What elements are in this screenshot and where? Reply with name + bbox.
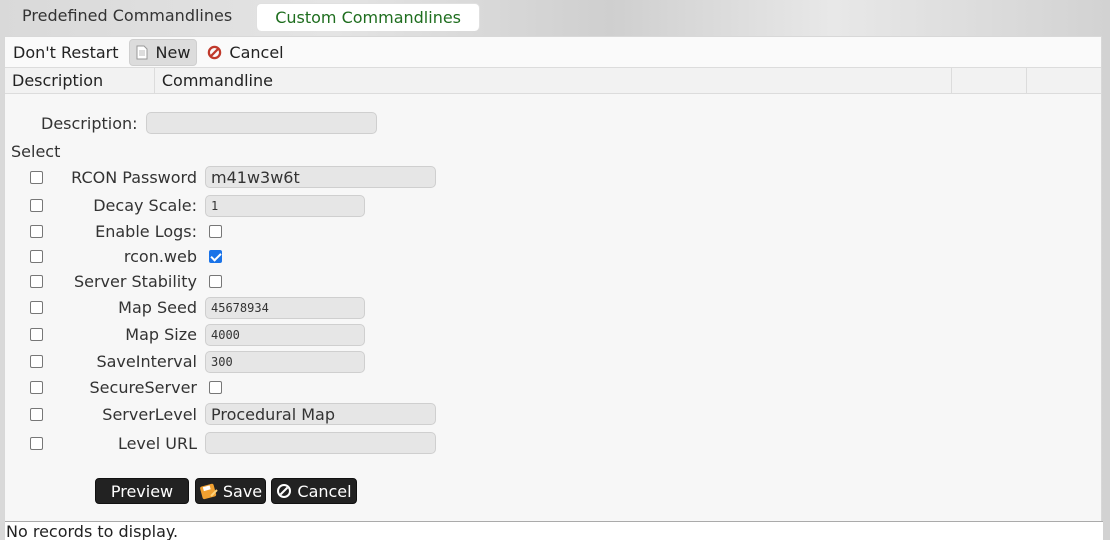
select-rcon-password-checkbox[interactable]: [30, 171, 43, 184]
rcon-password-input[interactable]: m41w3w6t: [205, 166, 436, 188]
tab-predefined-commandlines[interactable]: Predefined Commandlines: [4, 0, 250, 30]
map-seed-input[interactable]: 45678934: [205, 297, 365, 319]
select-server-stability-checkbox[interactable]: [30, 275, 43, 288]
secure-server-checkbox[interactable]: [209, 381, 222, 394]
level-url-label: Level URL: [117, 434, 197, 453]
select-server-level-checkbox[interactable]: [30, 408, 43, 421]
tab-custom-commandlines[interactable]: Custom Commandlines: [256, 3, 481, 31]
map-size-label: Map Size: [125, 325, 197, 344]
edit-form: Description: Select RCON Password m41w3w…: [5, 94, 1101, 519]
save-icon: [199, 483, 218, 500]
select-label: Select: [11, 142, 61, 161]
column-header-extra-1[interactable]: [952, 68, 1028, 93]
tab-bar: Predefined Commandlines Custom Commandli…: [4, 0, 486, 36]
preview-button[interactable]: Preview: [95, 478, 189, 504]
decay-scale-label: Decay Scale:: [93, 196, 197, 215]
save-button-label: Save: [222, 481, 263, 501]
description-input[interactable]: [146, 112, 377, 134]
document-icon: [136, 45, 148, 59]
toolbar-cancel-button[interactable]: Cancel: [201, 39, 289, 66]
status-message: No records to display.: [5, 521, 1103, 540]
save-interval-input[interactable]: 300: [205, 351, 365, 373]
new-button-label: New: [155, 42, 191, 62]
form-cancel-label: Cancel: [297, 481, 352, 501]
select-map-size-checkbox[interactable]: [30, 328, 43, 341]
custom-commandlines-panel: Don't Restart New Cancel Description Com…: [4, 36, 1103, 540]
rcon-password-label: RCON Password: [71, 168, 197, 187]
select-enable-logs-checkbox[interactable]: [30, 225, 43, 238]
save-button[interactable]: Save: [195, 478, 266, 504]
column-header-description[interactable]: Description: [5, 68, 155, 93]
cancel-icon: [277, 484, 292, 498]
dont-restart-button[interactable]: Don't Restart: [12, 39, 125, 66]
rcon-web-label: rcon.web: [123, 247, 197, 266]
cancel-icon: [208, 45, 222, 59]
column-header-commandline[interactable]: Commandline: [155, 68, 953, 93]
enable-logs-checkbox[interactable]: [209, 225, 222, 238]
map-size-input[interactable]: 4000: [205, 324, 365, 346]
select-map-seed-checkbox[interactable]: [30, 301, 43, 314]
select-secure-server-checkbox[interactable]: [30, 381, 43, 394]
description-label: Description:: [41, 114, 138, 133]
decay-scale-input[interactable]: 1: [205, 195, 365, 217]
toolbar-cancel-label: Cancel: [229, 42, 284, 62]
select-level-url-checkbox[interactable]: [30, 437, 43, 450]
server-stability-label: Server Stability: [73, 272, 197, 291]
select-decay-scale-checkbox[interactable]: [30, 199, 43, 212]
new-button[interactable]: New: [128, 38, 198, 66]
rcon-web-checkbox[interactable]: [209, 250, 222, 263]
enable-logs-label: Enable Logs:: [95, 222, 197, 241]
form-cancel-button[interactable]: Cancel: [271, 478, 357, 504]
server-level-label: ServerLevel: [102, 405, 197, 424]
server-stability-checkbox[interactable]: [209, 275, 222, 288]
select-rcon-web-checkbox[interactable]: [30, 250, 43, 263]
secure-server-label: SecureServer: [89, 378, 197, 397]
server-level-input[interactable]: Procedural Map: [205, 403, 436, 425]
save-interval-label: SaveInterval: [96, 352, 197, 371]
column-header-extra-2[interactable]: [1027, 68, 1101, 93]
map-seed-label: Map Seed: [118, 298, 197, 317]
grid-header: Description Commandline: [5, 68, 1101, 94]
level-url-input[interactable]: [205, 432, 436, 454]
select-save-interval-checkbox[interactable]: [30, 355, 43, 368]
toolbar: Don't Restart New Cancel: [5, 37, 1101, 68]
